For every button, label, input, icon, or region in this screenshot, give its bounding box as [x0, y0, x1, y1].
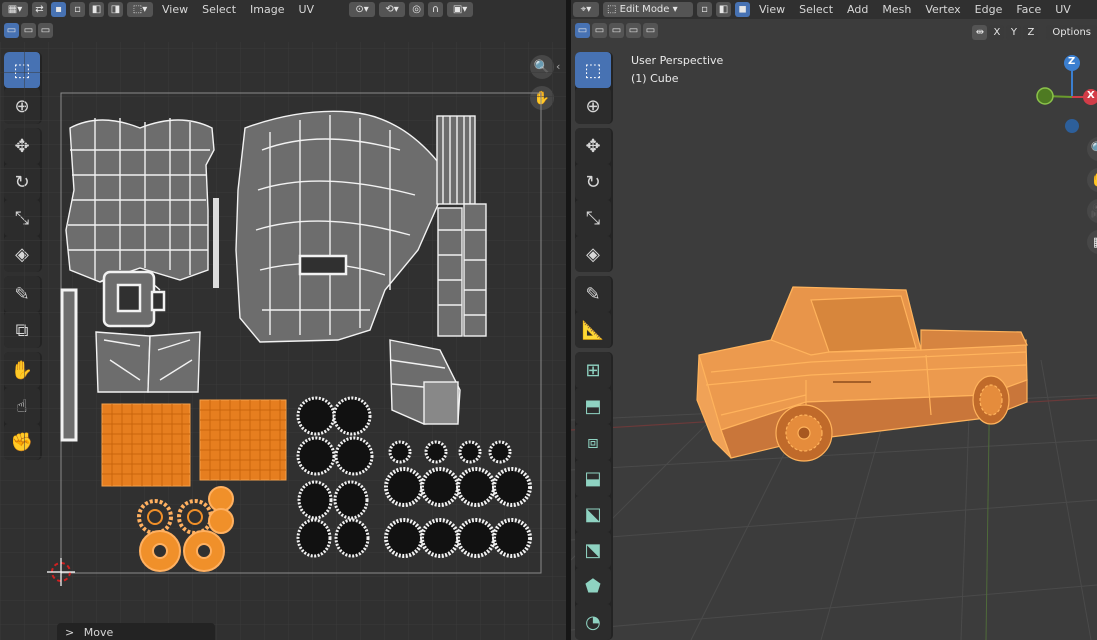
- viewport-menu-vertex[interactable]: Vertex: [920, 3, 965, 16]
- vp-select-invert-icon[interactable]: ▭: [626, 23, 641, 38]
- uv-canvas[interactable]: [0, 0, 566, 640]
- extrude-icon[interactable]: ⬒: [575, 388, 611, 424]
- vp-select-new-icon[interactable]: ▭: [575, 23, 590, 38]
- knife-icon[interactable]: ⬔: [575, 532, 611, 568]
- mode-label: Edit Mode: [619, 4, 670, 15]
- mirror-icon[interactable]: ⇹: [972, 24, 988, 40]
- viewport-toolbar: ⬚ ⊕ ✥ ↻ ⤡ ◈ ✎ 📐 ⊞ ⬒ ⧈ ⬓ ⬕ ⬔ ⬟ ◔: [575, 52, 613, 640]
- uv-island-strip-small: [213, 198, 219, 288]
- axis-x-toggle[interactable]: X: [989, 24, 1005, 40]
- viewport-perspective-label: User Perspective: [631, 54, 724, 67]
- face-mode-icon[interactable]: ◼: [735, 2, 750, 17]
- axis-y-toggle[interactable]: Y: [1006, 24, 1022, 40]
- poly-build-icon[interactable]: ⬟: [575, 568, 611, 604]
- move-panel-chevron-icon: >: [65, 626, 75, 639]
- bevel-icon[interactable]: ⬓: [575, 460, 611, 496]
- options-button[interactable]: Options: [1046, 24, 1097, 40]
- move-operator-panel[interactable]: > Move: [57, 623, 215, 640]
- mode-selector[interactable]: ⬚ Edit Mode ▾: [603, 2, 693, 17]
- uv-editor: ▦▾ ⇄ ▪ ▫ ◧ ◨ ⬚▾ View Select Image UV ⊙▾ …: [0, 0, 566, 640]
- gizmo-neg-z-icon: [1065, 119, 1079, 133]
- viewport-header: ⌖▾ ⬚ Edit Mode ▾ ▫ ◧ ◼ View Select Add M…: [571, 0, 1097, 19]
- truck-mesh: [696, 286, 1028, 462]
- viewport-menu-face[interactable]: Face: [1011, 3, 1046, 16]
- 3d-viewport: ⌖▾ ⬚ Edit Mode ▾ ▫ ◧ ◼ View Select Add M…: [571, 0, 1097, 640]
- viewport-menu-edge[interactable]: Edge: [970, 3, 1008, 16]
- vp-select-intersect-icon[interactable]: ▭: [643, 23, 658, 38]
- viewport-editor-type-icon[interactable]: ⌖▾: [573, 2, 599, 17]
- gizmo-y-icon: [1036, 87, 1054, 105]
- edit-mode-icon: ⬚: [607, 4, 620, 15]
- gizmo-x-label: X: [1087, 90, 1095, 101]
- vp-select-subtract-icon[interactable]: ▭: [609, 23, 624, 38]
- viewport-menu-select[interactable]: Select: [794, 3, 838, 16]
- vp-select-box-icon[interactable]: ⬚: [575, 52, 611, 88]
- edge-mode-icon[interactable]: ◧: [716, 2, 731, 17]
- vp-transform-icon[interactable]: ◈: [575, 236, 611, 272]
- vp-annotate-icon[interactable]: ✎: [575, 276, 611, 312]
- axis-z-toggle[interactable]: Z: [1023, 24, 1039, 40]
- vp-cursor-icon[interactable]: ⊕: [575, 88, 611, 124]
- vp-scale-icon[interactable]: ⤡: [575, 200, 611, 236]
- chevron-down-icon: ▾: [669, 4, 678, 15]
- vp-select-extend-icon[interactable]: ▭: [592, 23, 607, 38]
- measure-icon[interactable]: 📐: [575, 312, 611, 348]
- viewport-right-header: ⇹ X Y Z Options: [972, 22, 1097, 42]
- viewport-canvas[interactable]: [571, 0, 1097, 640]
- vertex-mode-icon[interactable]: ▫: [697, 2, 712, 17]
- viewport-menu-mesh[interactable]: Mesh: [877, 3, 916, 16]
- viewport-menu-view[interactable]: View: [754, 3, 790, 16]
- vp-rotate-icon[interactable]: ↻: [575, 164, 611, 200]
- move-panel-label: Move: [83, 626, 114, 639]
- loop-cut-icon[interactable]: ⬕: [575, 496, 611, 532]
- viewport-object-label: (1) Cube: [631, 72, 679, 85]
- viewport-menu-add[interactable]: Add: [842, 3, 873, 16]
- gizmo-z-label: Z: [1068, 56, 1076, 67]
- uv-island-body-left: [65, 118, 215, 291]
- vp-move-icon[interactable]: ✥: [575, 128, 611, 164]
- viewport-menu-uv[interactable]: UV: [1050, 3, 1076, 16]
- uv-island-window: [102, 270, 166, 328]
- spin-icon[interactable]: ◔: [575, 604, 611, 640]
- inset-icon[interactable]: ⧈: [575, 424, 611, 460]
- add-cube-icon[interactable]: ⊞: [575, 352, 611, 388]
